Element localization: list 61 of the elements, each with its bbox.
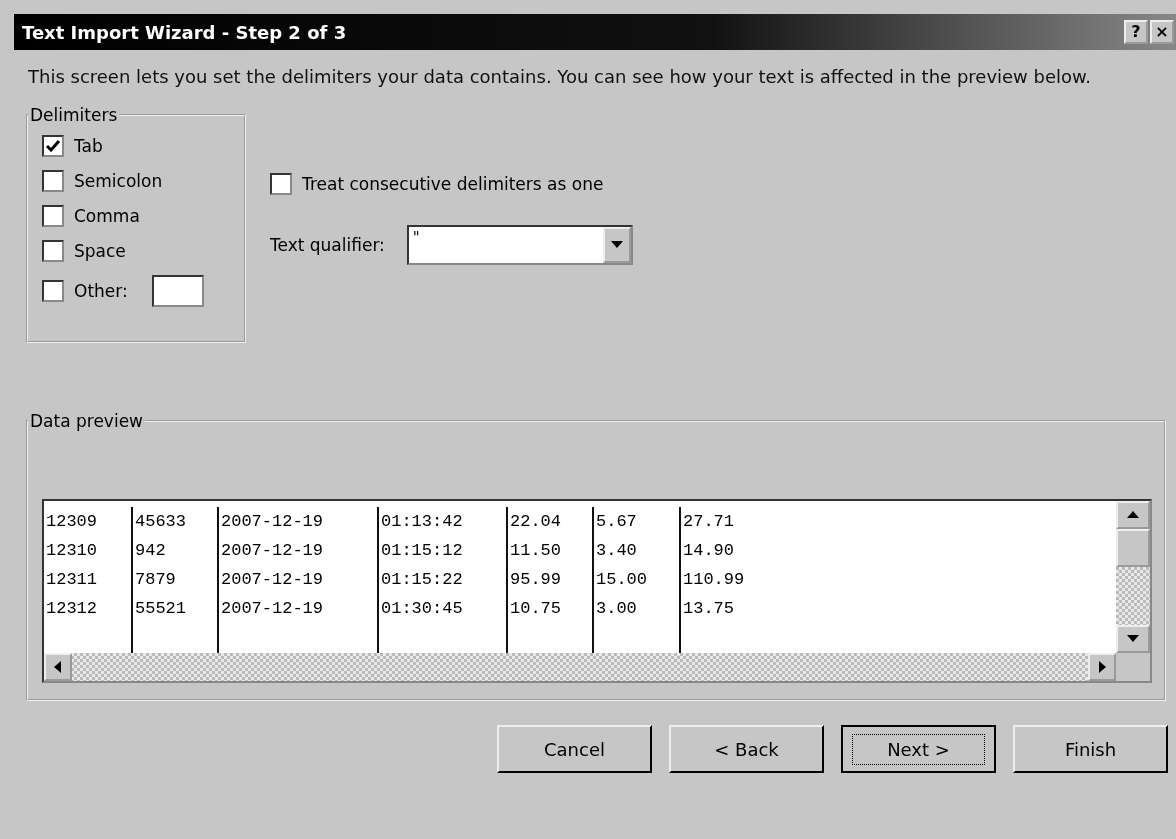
table-cell-text: 942 xyxy=(135,540,167,562)
table-cell-text: 12311 xyxy=(46,569,98,591)
table-cell-text: 15.00 xyxy=(596,569,648,591)
table-cell-text: 3.00 xyxy=(596,598,638,620)
table-cell-text: 2007-12-19 xyxy=(221,511,325,533)
table-cell-text: 95.99 xyxy=(510,569,562,591)
field-label: Text qualifier: xyxy=(270,235,385,255)
table-cell-text: 01:15:12 xyxy=(381,540,464,562)
group-title: Data preview xyxy=(29,411,144,431)
scroll-thumb[interactable] xyxy=(1116,529,1150,567)
checkbox[interactable] xyxy=(42,240,64,262)
scroll-up-icon[interactable] xyxy=(1116,501,1150,529)
help-button[interactable]: ? xyxy=(1124,20,1148,44)
table-cell-text: 13.75 xyxy=(683,598,735,620)
table-cell-text: 01:13:42 xyxy=(381,511,464,533)
table-cell-text: 22.04 xyxy=(510,511,562,533)
finish-button[interactable]: Finish xyxy=(1013,725,1168,773)
next-button[interactable]: Next > xyxy=(841,725,996,773)
table-cell-text: 7879 xyxy=(135,569,177,591)
close-button[interactable]: × xyxy=(1150,20,1174,44)
checkbox-label[interactable]: Tab xyxy=(74,136,103,156)
table-cell-text: 12312 xyxy=(46,598,98,620)
cancel-button[interactable]: Cancel xyxy=(497,725,652,773)
description-text: This screen lets you set the delimiters your data contains. You can see how your text is affected in the preview below. xyxy=(28,65,1092,89)
vertical-scrollbar[interactable] xyxy=(1116,501,1150,653)
checkbox[interactable] xyxy=(42,135,64,157)
table-cell-text: 01:15:22 xyxy=(381,569,464,591)
text-qualifier-dropdown[interactable]: " xyxy=(406,225,633,265)
scroll-right-icon[interactable] xyxy=(1088,653,1116,681)
table-cell-text: 3.40 xyxy=(596,540,638,562)
checkbox[interactable] xyxy=(42,280,64,302)
scroll-left-icon[interactable] xyxy=(44,653,72,681)
checkbox-label[interactable]: Comma xyxy=(74,206,140,226)
checkbox-label[interactable]: Other: xyxy=(74,281,128,301)
table-cell-text: 55521 xyxy=(135,598,187,620)
back-button[interactable]: < Back xyxy=(669,725,824,773)
table-cell-text: 14.90 xyxy=(683,540,735,562)
table-cell-text: 2007-12-19 xyxy=(221,540,325,562)
other-input-field[interactable] xyxy=(151,275,204,307)
table-cell-text: 110.99 xyxy=(683,569,746,591)
table-cell-text: 27.71 xyxy=(683,511,735,533)
table-cell-text: 2007-12-19 xyxy=(221,598,325,620)
table-cell-text: 01:30:45 xyxy=(381,598,464,620)
table-cell-text: 12309 xyxy=(46,511,98,533)
table-cell-text: 45633 xyxy=(135,511,187,533)
table-cell-text: 5.67 xyxy=(596,511,638,533)
checkbox-label[interactable]: Space xyxy=(74,241,126,261)
checkbox-label[interactable]: Semicolon xyxy=(74,171,163,191)
checkbox[interactable] xyxy=(42,205,64,227)
checkbox-label[interactable]: Treat consecutive delimiters as one xyxy=(302,174,604,194)
group-title: Delimiters xyxy=(29,105,119,125)
horizontal-scrollbar[interactable] xyxy=(44,653,1116,681)
table-cell-text: 12310 xyxy=(46,540,98,562)
checkbox[interactable] xyxy=(42,170,64,192)
scroll-down-icon[interactable] xyxy=(1116,625,1150,653)
checkbox[interactable] xyxy=(270,173,292,195)
table-cell-text: 10.75 xyxy=(510,598,562,620)
table-cell-text: 11.50 xyxy=(510,540,562,562)
window-title: Text Import Wizard - Step 2 of 3 xyxy=(22,21,347,43)
table-cell-text: 2007-12-19 xyxy=(221,569,325,591)
checkmark-icon xyxy=(46,140,60,152)
